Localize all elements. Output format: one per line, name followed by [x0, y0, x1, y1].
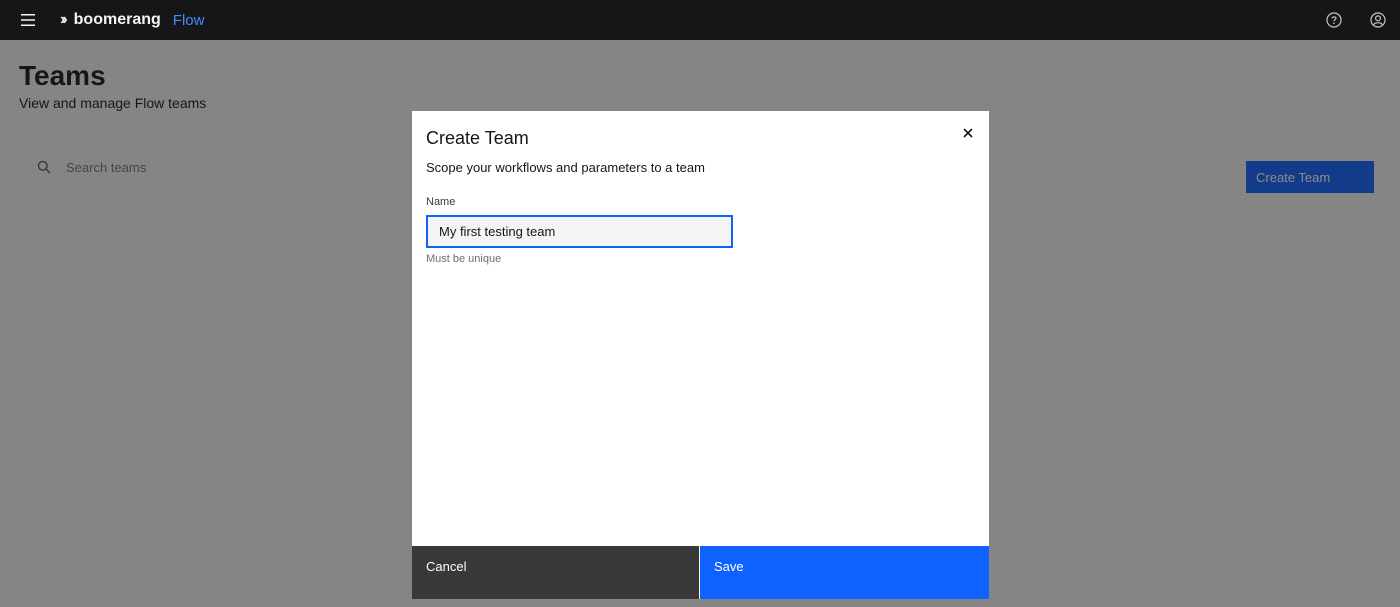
- close-icon: [963, 128, 973, 138]
- save-button[interactable]: Save: [699, 546, 989, 599]
- modal-footer: Cancel Save: [412, 546, 989, 599]
- user-avatar-icon: [1370, 12, 1386, 28]
- hamburger-menu-icon: [21, 14, 35, 26]
- hamburger-menu-button[interactable]: [0, 0, 56, 40]
- cancel-button[interactable]: Cancel: [412, 546, 699, 599]
- help-icon: [1326, 12, 1342, 28]
- create-team-modal: Create Team Scope your workflows and par…: [412, 111, 989, 599]
- modal-title: Create Team: [426, 128, 529, 148]
- brand-name: boomerang: [73, 11, 161, 28]
- name-field-helper: Must be unique: [426, 253, 502, 265]
- modal-description: Scope your workflows and parameters to a…: [426, 160, 705, 175]
- brand-logo[interactable]: ›› boomerang Flow: [60, 11, 204, 29]
- user-profile-button[interactable]: [1356, 0, 1400, 40]
- close-button[interactable]: [956, 121, 980, 145]
- name-field-label: Name: [426, 196, 456, 208]
- app-header: ›› boomerang Flow: [0, 0, 1400, 40]
- boomerang-logo-icon: ››: [60, 11, 67, 28]
- team-name-input[interactable]: [426, 215, 733, 248]
- help-button[interactable]: [1312, 0, 1356, 40]
- brand-product: Flow: [172, 11, 205, 29]
